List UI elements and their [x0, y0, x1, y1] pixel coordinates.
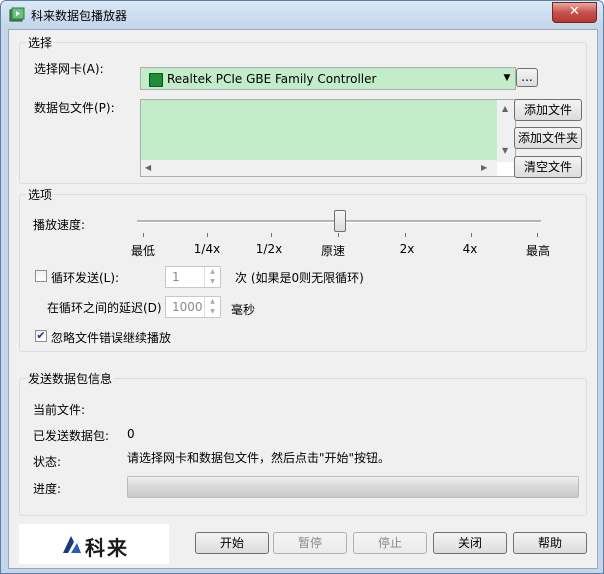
spin-down-icon[interactable]: ▼ [205, 277, 220, 287]
speed-tick [537, 233, 538, 237]
pause-button[interactable]: 暂停 [273, 532, 347, 554]
speed-label: 播放速度: [33, 218, 86, 232]
speed-mark-double: 2x [399, 242, 415, 256]
loop-count-value: 1 [172, 270, 180, 284]
app-icon [9, 7, 25, 22]
progress-bar [127, 476, 579, 498]
sent-packets-value: 0 [127, 427, 135, 441]
select-group: 选择 选择网卡(A): Realtek PCIe GBE Family Cont… [19, 34, 587, 184]
scroll-down-icon[interactable]: ▼ [502, 146, 508, 155]
loop-checkbox[interactable] [35, 270, 47, 282]
delay-stepper[interactable]: 1000 ▲ ▼ [165, 296, 221, 318]
help-button[interactable]: 帮助 [513, 532, 587, 554]
loop-count-stepper[interactable]: 1 ▲ ▼ [165, 266, 221, 288]
scroll-right-icon[interactable]: ▶ [481, 163, 487, 172]
horizontal-scrollbar[interactable]: ◀ ▶ [141, 160, 497, 176]
file-list-area[interactable] [141, 100, 497, 160]
speed-mark-quadruple: 4x [462, 242, 478, 256]
current-file-label: 当前文件: [33, 403, 86, 417]
title-bar: 科来数据包播放器 ✕ [1, 1, 603, 29]
browse-button[interactable]: ... [516, 68, 538, 87]
options-group-title: 选项 [26, 186, 55, 203]
scroll-up-icon[interactable]: ▲ [502, 104, 508, 113]
speed-tick [271, 233, 272, 237]
speed-tick [405, 233, 406, 237]
speed-mark-quarter: 1/4x [193, 242, 221, 256]
delay-spin[interactable]: ▲ ▼ [204, 297, 220, 317]
delay-label: 在循环之间的延迟(D) [47, 301, 162, 315]
add-folder-button[interactable]: 添加文件夹 [514, 127, 582, 149]
company-logo: 科来 [19, 524, 169, 564]
speed-tick [143, 233, 144, 237]
select-group-title: 选择 [26, 34, 55, 51]
status-label: 状态: [33, 455, 62, 469]
ignore-errors-checkbox[interactable]: ✔ [35, 330, 47, 342]
speed-tick [338, 233, 339, 237]
speed-mark-highest: 最高 [525, 244, 550, 258]
nic-label: 选择网卡(A): [34, 62, 104, 76]
progress-label: 进度: [33, 482, 62, 496]
start-button[interactable]: 开始 [195, 532, 269, 554]
file-label: 数据包文件(P): [34, 101, 115, 115]
colasoft-logo-icon [63, 536, 81, 553]
ignore-errors-label: 忽略文件错误继续播放 [51, 331, 172, 345]
chevron-down-icon[interactable]: ▼ [499, 68, 515, 89]
logo-text: 科来 [85, 536, 129, 560]
spin-up-icon[interactable]: ▲ [205, 297, 220, 307]
network-card-icon [149, 73, 163, 87]
loop-hint: 次 (如果是0则无限循环) [235, 271, 364, 285]
clear-files-button[interactable]: 清空文件 [514, 156, 582, 178]
speed-tick [471, 233, 472, 237]
close-window-button[interactable]: ✕ [552, 2, 597, 23]
spin-up-icon[interactable]: ▲ [205, 267, 220, 277]
delay-unit: 毫秒 [231, 303, 256, 317]
loop-count-spin[interactable]: ▲ ▼ [204, 267, 220, 287]
speed-slider-thumb[interactable] [334, 210, 346, 232]
speed-mark-lowest: 最低 [130, 244, 155, 258]
dialog-body: 选择 选择网卡(A): Realtek PCIe GBE Family Cont… [8, 29, 598, 569]
nic-select-value: Realtek PCIe GBE Family Controller [167, 72, 377, 86]
speed-tick [207, 233, 208, 237]
scroll-left-icon[interactable]: ◀ [145, 163, 151, 172]
close-button[interactable]: 关闭 [433, 532, 507, 554]
packet-file-list[interactable]: ▲ ▼ ◀ ▶ [140, 99, 516, 177]
nic-select[interactable]: Realtek PCIe GBE Family Controller ▼ [140, 67, 516, 90]
info-group-title: 发送数据包信息 [26, 370, 115, 387]
sent-packets-label: 已发送数据包: [33, 429, 110, 443]
window-title: 科来数据包播放器 [31, 9, 128, 23]
speed-mark-normal: 原速 [320, 244, 345, 258]
speed-mark-half: 1/2x [255, 242, 283, 256]
loop-label: 循环发送(L): [51, 271, 120, 285]
status-value: 请选择网卡和数据包文件，然后点击"开始"按钮。 [127, 451, 391, 465]
delay-value: 1000 [172, 300, 203, 314]
add-file-button[interactable]: 添加文件 [514, 99, 582, 121]
stop-button[interactable]: 停止 [353, 532, 427, 554]
close-icon: ✕ [569, 4, 580, 19]
player-window: 科来数据包播放器 ✕ 选择 选择网卡(A): Realtek PCIe GBE … [0, 0, 604, 574]
spin-down-icon[interactable]: ▼ [205, 307, 220, 317]
vertical-scrollbar[interactable]: ▲ ▼ [497, 100, 515, 162]
